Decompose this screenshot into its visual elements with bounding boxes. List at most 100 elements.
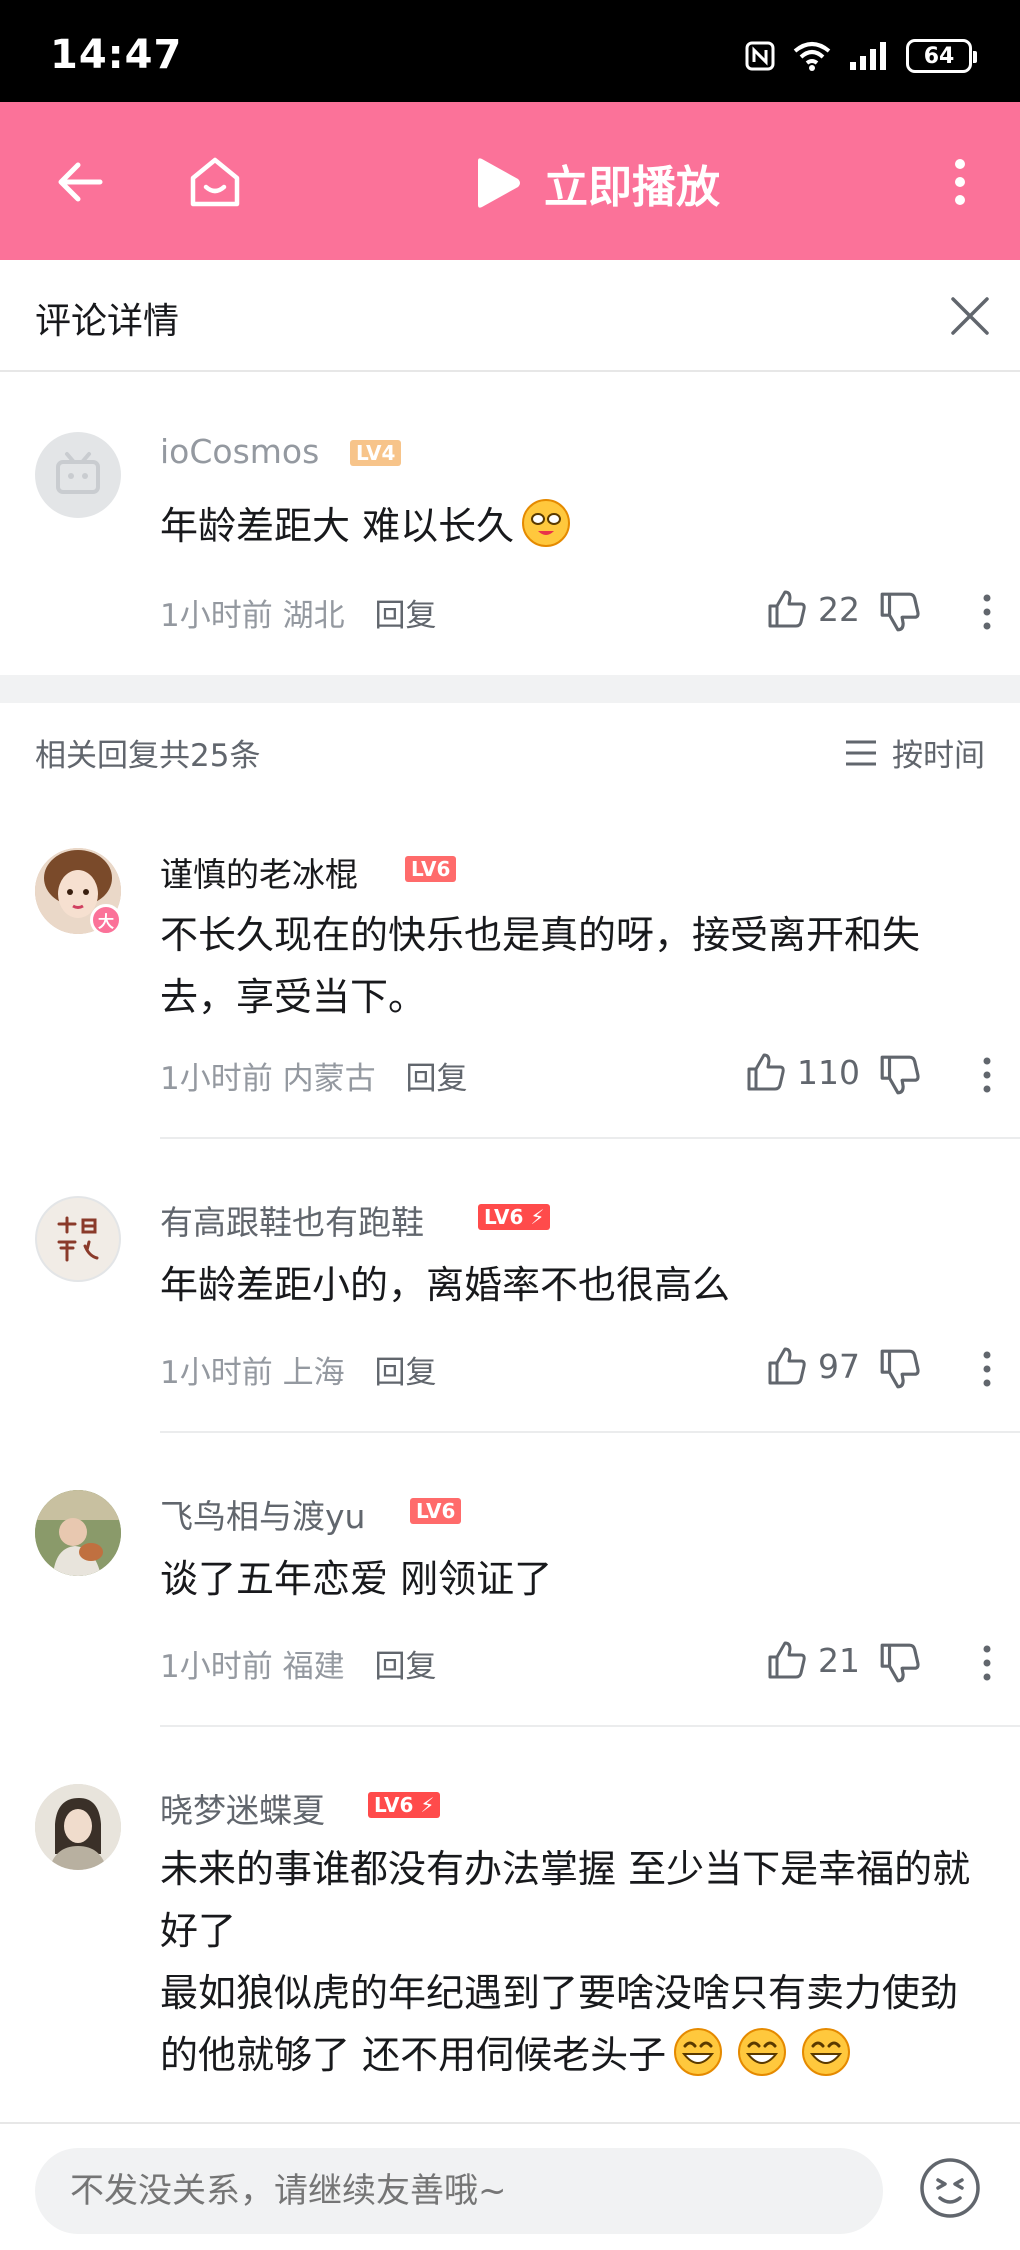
reply-button[interactable]: 回复 (374, 598, 436, 634)
username[interactable]: 谨慎的老冰棍 (160, 848, 358, 896)
home-button[interactable] (175, 142, 255, 222)
close-button[interactable] (942, 288, 998, 344)
reply-divider (160, 1431, 1020, 1433)
more-options-button[interactable] (920, 142, 1000, 222)
vip-badge-icon: 大 (90, 904, 122, 936)
like-count: 110 (797, 1052, 860, 1092)
username[interactable]: 飞鸟相与渡yu (160, 1490, 365, 1538)
status-icons: 64 (744, 38, 977, 74)
comment-paragraph: 未来的事谁都没有办法掌握 至少当下是幸福的就好了 (160, 1847, 971, 1953)
more-vertical-icon (983, 1351, 991, 1387)
status-time: 14:47 (50, 32, 183, 78)
back-arrow-icon (58, 162, 103, 202)
comment-time: 1小时前 (160, 1649, 273, 1685)
comment-text: 年龄差距大 难以长久 (160, 504, 515, 548)
sort-lines-icon (846, 740, 876, 765)
play-now-button[interactable]: 立即播放 (470, 148, 720, 218)
comment-location: 内蒙古 (282, 1061, 376, 1097)
level-badge: LV6 (410, 1498, 462, 1524)
comment-meta: 1小时前 福建 回复 (160, 1641, 436, 1686)
battery-indicator: 64 (906, 39, 977, 73)
comment-paragraph: 最如狼似虎的年纪遇到了要啥没啥只有卖力使劲的他就够了 还不用伺候老头子 (160, 1962, 990, 2086)
reply-button[interactable]: 回复 (405, 1061, 467, 1097)
level-badge: LV4 (350, 440, 402, 466)
lightning-icon: ⚡ (420, 1793, 435, 1817)
emoji-picker-icon[interactable] (918, 2156, 982, 2220)
grin-emoji-icon (674, 2028, 723, 2076)
user-avatar-image (57, 1216, 99, 1262)
thumbs-up-icon (747, 1053, 785, 1091)
comment-content: 年龄差距小的，离婚率不也很高么 (160, 1263, 731, 1307)
comment-input[interactable] (35, 2148, 883, 2234)
thumbs-down-icon[interactable] (878, 1053, 922, 1097)
grin-emoji-icon (738, 2028, 787, 2076)
more-vertical-icon (983, 1645, 991, 1681)
avatar[interactable] (35, 432, 121, 518)
like-button[interactable]: 97 (766, 1345, 860, 1387)
comment-meta: 1小时前 内蒙古 回复 (160, 1053, 467, 1098)
comment-location: 湖北 (282, 598, 345, 634)
comment-content: 不长久现在的快乐也是真的呀，接受离开和失去，享受当下。 (160, 913, 921, 1019)
thumbs-down-icon[interactable] (878, 590, 922, 634)
username[interactable]: 晓梦迷蝶夏 (160, 1784, 325, 1832)
comment-menu-button[interactable] (974, 1053, 1000, 1097)
level-text: LV6 (374, 1793, 414, 1817)
wifi-icon (793, 42, 831, 71)
like-button[interactable]: 21 (766, 1639, 860, 1681)
top-bar: 立即播放 (0, 102, 1020, 260)
panel-header: 评论详情 (0, 260, 1020, 372)
like-count: 22 (818, 589, 860, 629)
reply-count: 相关回复共25条 (35, 738, 261, 774)
thumbs-up-icon (768, 1347, 806, 1385)
reply-button[interactable]: 回复 (374, 1355, 436, 1391)
like-button[interactable]: 22 (766, 588, 860, 630)
reply-divider (160, 1137, 1020, 1139)
comment-time: 1小时前 (160, 1355, 273, 1391)
back-button[interactable] (40, 142, 120, 222)
sort-label: 按时间 (892, 738, 985, 774)
default-avatar-icon (56, 452, 100, 494)
comment-meta: 1小时前 湖北 回复 (160, 590, 436, 635)
panel-title: 评论详情 (35, 301, 180, 342)
tongue-emoji-icon (522, 499, 571, 547)
comment-location: 福建 (282, 1649, 345, 1685)
play-icon (478, 158, 520, 208)
thumbs-up-icon (768, 1641, 806, 1679)
home-tv-icon (190, 157, 240, 207)
status-bar: 14:47 64 (0, 0, 1020, 102)
grin-emoji-icon (802, 2028, 851, 2076)
comment-input-bar (0, 2122, 1020, 2250)
comment-content: 年龄差距大 难以长久 (160, 495, 990, 557)
more-vertical-icon (955, 159, 965, 205)
level-badge: LV6 ⚡ (478, 1204, 551, 1230)
comment-meta: 1小时前 上海 回复 (160, 1347, 436, 1392)
comment-time: 1小时前 (160, 1061, 273, 1097)
play-now-label: 立即播放 (544, 162, 720, 213)
sort-button[interactable]: 按时间 (844, 730, 985, 775)
thumbs-down-icon[interactable] (878, 1347, 922, 1391)
user-avatar-image (35, 1784, 121, 1870)
section-separator (0, 675, 1020, 703)
comment-menu-button[interactable] (974, 1347, 1000, 1391)
comment-content: 谈了五年恋爱 刚领证了 (160, 1557, 553, 1601)
like-count: 97 (818, 1346, 860, 1386)
avatar[interactable] (35, 1784, 121, 1870)
username[interactable]: 有高跟鞋也有跑鞋 (160, 1196, 424, 1244)
reply-divider (160, 1725, 1020, 1727)
more-vertical-icon (983, 594, 991, 630)
like-count: 21 (818, 1640, 860, 1680)
close-icon (951, 297, 989, 335)
like-button[interactable]: 110 (745, 1051, 860, 1093)
comment-menu-button[interactable] (974, 590, 1000, 634)
username[interactable]: ioCosmos (160, 432, 319, 471)
level-text: LV6 (484, 1205, 524, 1229)
thumbs-down-icon[interactable] (878, 1641, 922, 1685)
avatar[interactable] (35, 1196, 121, 1282)
reply-button[interactable]: 回复 (374, 1649, 436, 1685)
more-vertical-icon (983, 1057, 991, 1093)
comment-time: 1小时前 (160, 598, 273, 634)
avatar[interactable] (35, 1490, 121, 1576)
level-badge: LV6 (405, 856, 457, 882)
comment-menu-button[interactable] (974, 1641, 1000, 1685)
nfc-icon (745, 41, 775, 71)
